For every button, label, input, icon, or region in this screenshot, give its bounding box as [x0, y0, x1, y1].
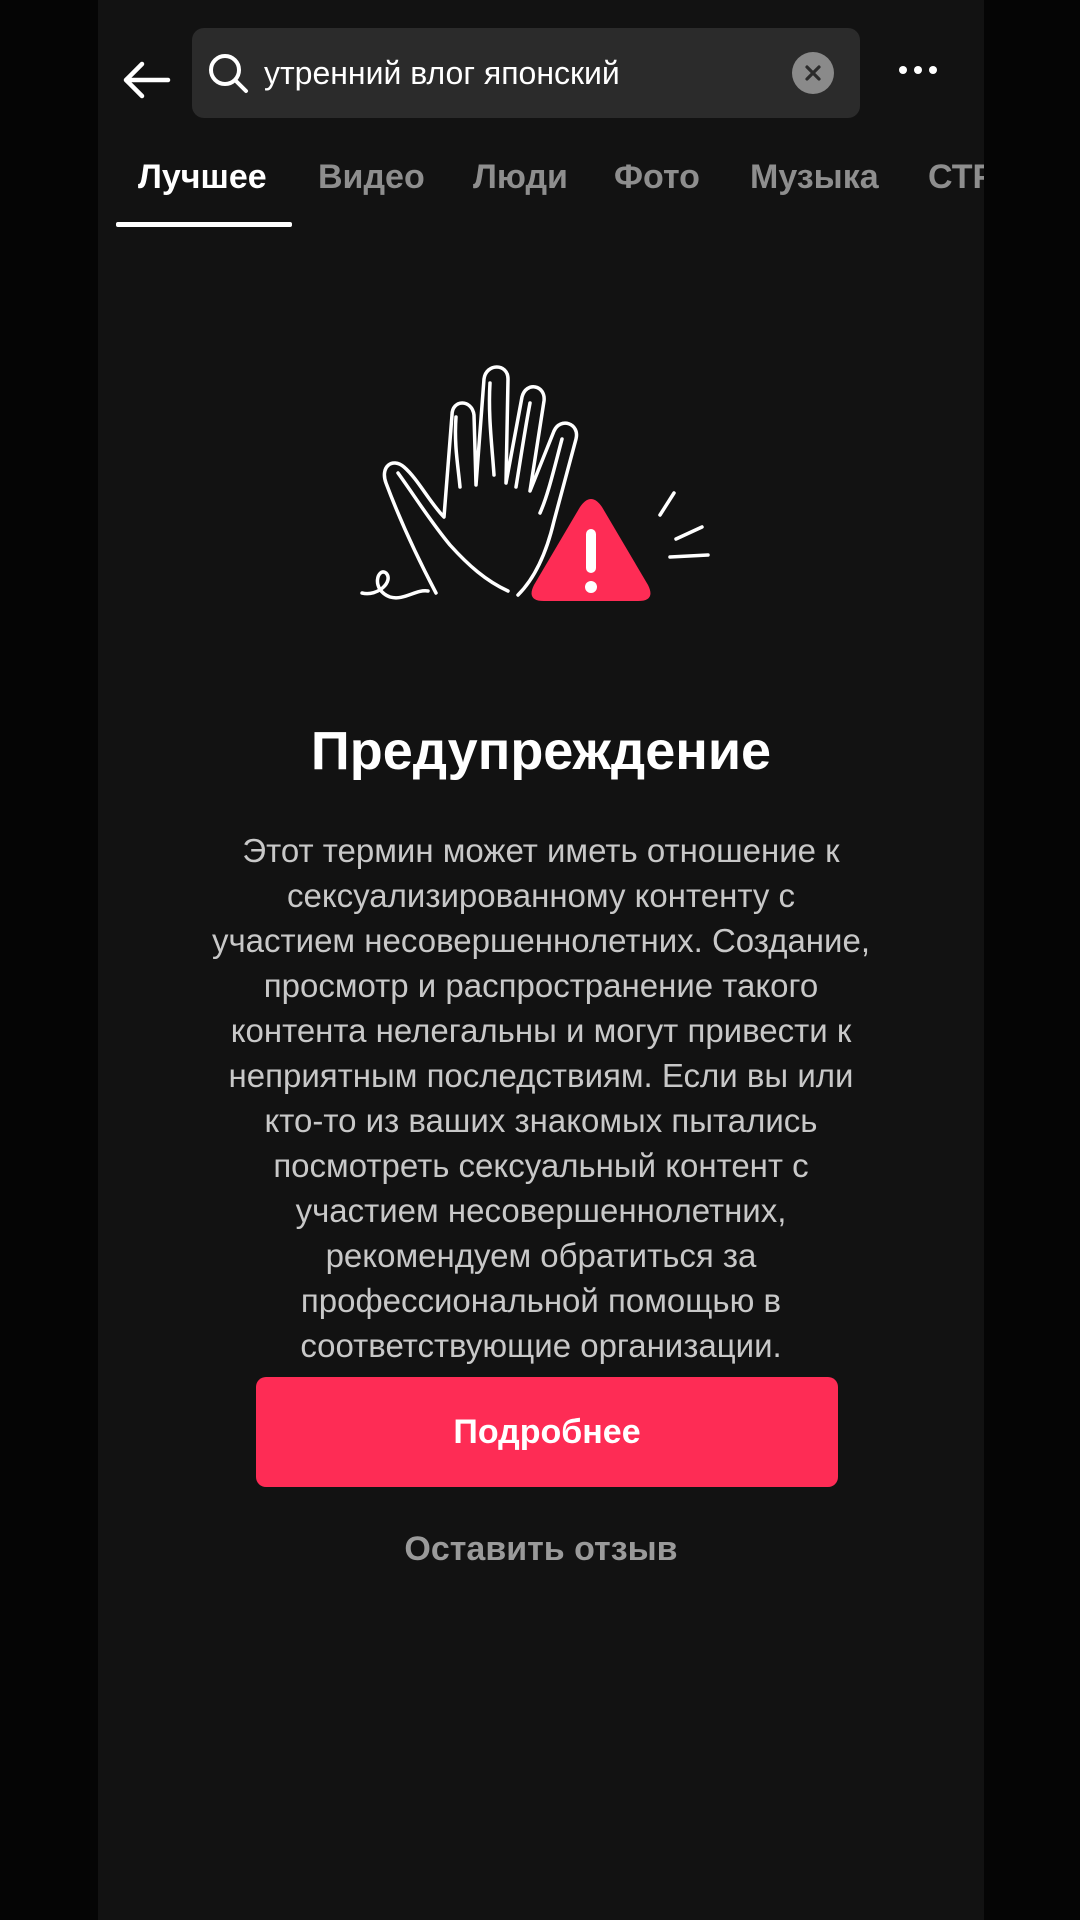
leave-feedback-link[interactable]: Оставить отзыв — [98, 1530, 984, 1569]
more-options-button[interactable] — [888, 50, 948, 90]
back-button[interactable] — [116, 50, 176, 110]
search-tabs: Лучшее Видео Люди Фото Музыка СТР — [98, 150, 984, 230]
tab-music[interactable]: Музыка — [750, 158, 879, 197]
active-tab-indicator — [116, 222, 292, 227]
warning-line: профессиональной помощью в — [300, 1282, 782, 1319]
tab-photos[interactable]: Фото — [614, 158, 700, 197]
warning-message: Этот термин может иметь отношение к секс… — [158, 828, 924, 1368]
search-icon — [209, 54, 248, 93]
warning-line: контента нелегальны и могут привести к — [230, 1012, 852, 1049]
clear-search-button[interactable] — [792, 52, 834, 94]
warning-line: Этот термин может иметь отношение к — [242, 832, 840, 869]
search-bar[interactable] — [192, 28, 860, 118]
raised-hand-warning-icon — [360, 365, 710, 601]
warning-line: участием несовершеннолетних. Создание, — [211, 922, 870, 959]
tab-videos[interactable]: Видео — [318, 158, 425, 197]
warning-title: Предупреждение — [310, 721, 772, 781]
search-input[interactable] — [264, 28, 764, 118]
tab-people[interactable]: Люди — [473, 158, 568, 197]
warning-line: участием несовершеннолетних, — [295, 1192, 787, 1229]
learn-more-button[interactable]: Подробнее — [256, 1377, 838, 1487]
warning-line: рекомендуем обратиться за — [325, 1237, 757, 1274]
more-horizontal-icon — [899, 66, 907, 74]
arrow-left-icon — [123, 61, 171, 99]
tab-more-cropped[interactable]: СТР — [928, 158, 984, 197]
warning-line: соответствующие организации. — [300, 1327, 782, 1364]
app-screen: Лучшее Видео Люди Фото Музыка СТР — [98, 0, 984, 1920]
device-frame: Лучшее Видео Люди Фото Музыка СТР — [0, 0, 1080, 1920]
warning-line: неприятным последствиям. Если вы или — [228, 1057, 854, 1094]
warning-line: посмотреть сексуальный контент с — [273, 1147, 809, 1184]
warning-line: сексуализированному контенту с — [286, 877, 795, 914]
warning-line: просмотр и распространение такого — [263, 967, 819, 1004]
warning-line: кто-то из ваших знакомых пытались — [264, 1102, 818, 1139]
tab-top[interactable]: Лучшее — [138, 158, 267, 197]
clear-x-icon — [805, 65, 821, 81]
